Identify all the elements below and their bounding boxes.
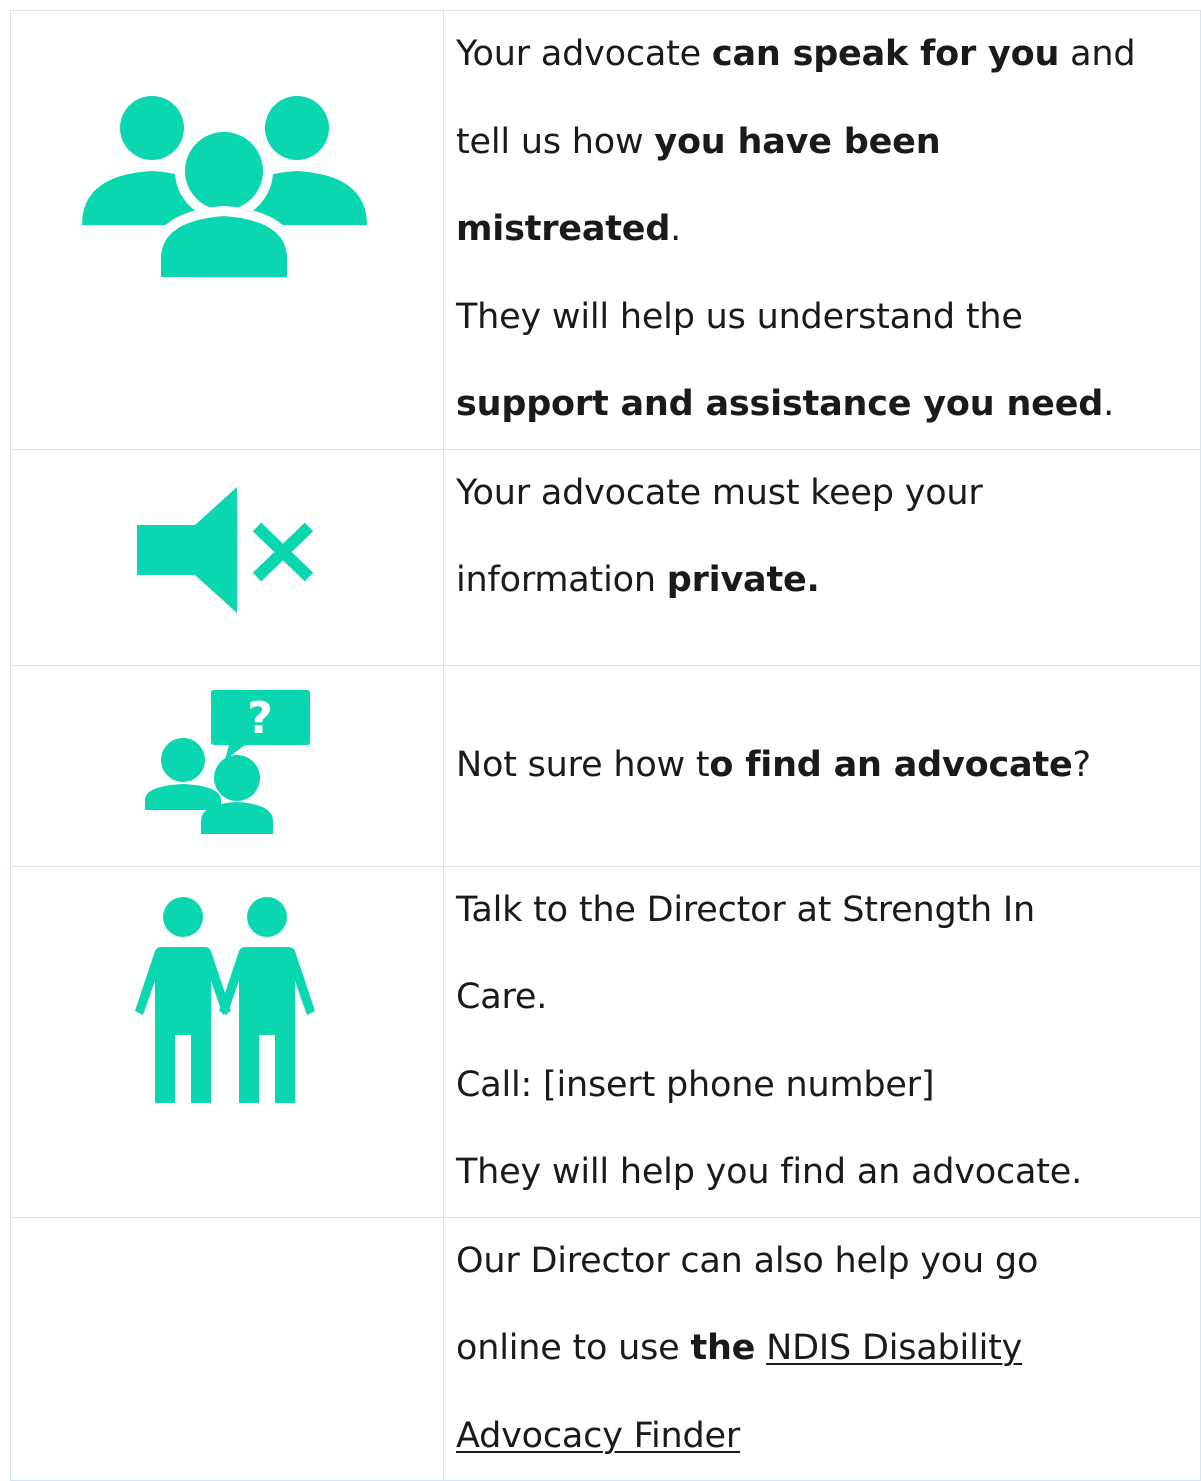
text-cell: Our Director can also help you go online… bbox=[443, 1216, 1201, 1481]
ndis-finder-link[interactable]: Advocacy Finder bbox=[456, 1416, 740, 1456]
easy-read-table: Your advocate can speak for you and tell… bbox=[10, 10, 1201, 1481]
table-row: Your advocate can speak for you and tell… bbox=[10, 10, 1201, 450]
icon-cell bbox=[10, 448, 444, 666]
text-line: information private. bbox=[456, 560, 820, 600]
text-line: Call: [insert phone number] bbox=[456, 1064, 935, 1105]
text-line: Our Director can also help you go bbox=[456, 1240, 1039, 1281]
text-line: They will help you find an advocate. bbox=[456, 1152, 1083, 1192]
text-line: mistreated. bbox=[456, 209, 682, 249]
two-people-holding-hands-icon bbox=[135, 896, 315, 1103]
table-row: Our Director can also help you go online… bbox=[10, 1216, 1201, 1481]
table-row: Your advocate must keep your information… bbox=[10, 448, 1201, 666]
icon-cell bbox=[10, 865, 444, 1218]
svg-text:?: ? bbox=[247, 693, 273, 744]
text-cell: Your advocate can speak for you and tell… bbox=[443, 10, 1201, 450]
icon-cell bbox=[10, 1216, 444, 1481]
people-question-speech-icon: ? bbox=[145, 689, 310, 834]
text-line: tell us how you have been bbox=[456, 121, 941, 162]
text-line: Your advocate must keep your bbox=[456, 472, 983, 513]
text-line: online to use the NDIS Disability bbox=[456, 1328, 1023, 1368]
text-cell: Talk to the Director at Strength In Care… bbox=[443, 865, 1201, 1218]
text-line: Advocacy Finder bbox=[456, 1393, 1196, 1481]
text-line: They will help us understand the bbox=[456, 296, 1023, 337]
text-line: support and assistance you need. bbox=[456, 384, 1115, 424]
icon-cell: ? bbox=[10, 664, 444, 867]
speaker-muted-icon bbox=[137, 486, 314, 613]
table-row: ? Not sure how to find an advocate? bbox=[10, 664, 1201, 867]
text-line: Talk to the Director at Strength In bbox=[456, 889, 1036, 930]
text-cell: Your advocate must keep your information… bbox=[443, 448, 1201, 666]
text-cell: Not sure how to find an advocate? bbox=[443, 664, 1201, 867]
table-row: Talk to the Director at Strength In Care… bbox=[10, 865, 1201, 1218]
text-line: Not sure how to find an advocate? bbox=[456, 744, 1091, 785]
group-of-people-icon bbox=[82, 96, 367, 281]
text-line: Your advocate can speak for you and bbox=[456, 34, 1136, 74]
text-line: Care. bbox=[456, 977, 548, 1017]
icon-cell bbox=[10, 10, 444, 450]
ndis-finder-link[interactable]: NDIS Disability bbox=[766, 1328, 1022, 1368]
